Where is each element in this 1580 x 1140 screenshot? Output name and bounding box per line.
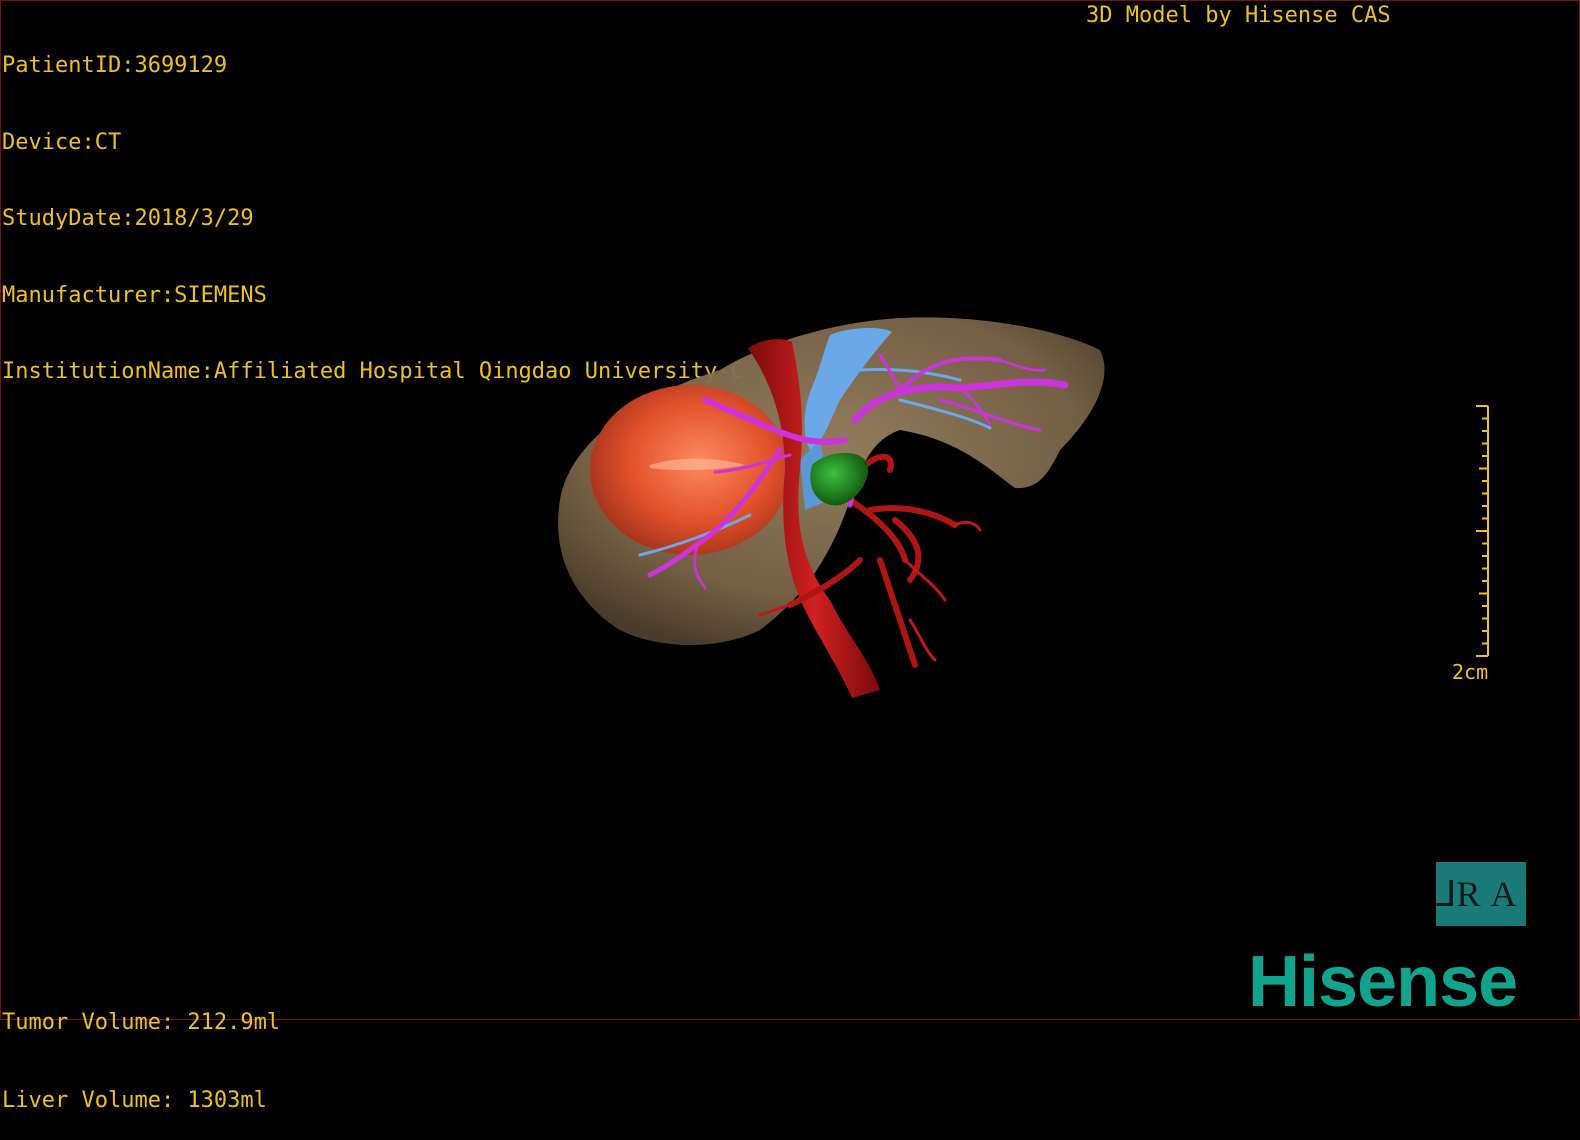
orientation-anterior-label: A [1490,874,1517,914]
orientation-right-label: ⅃R [1436,874,1481,914]
hisense-logo: Hisense [1248,942,1518,1022]
volume-readout: Tumor Volume: 212.9ml Liver Volume: 1303… [2,958,280,1140]
tumor-volume-text: Tumor Volume: 212.9ml [2,1010,281,1035]
scale-bar [1476,405,1489,657]
gallbladder [810,452,869,506]
orientation-cube[interactable]: ⅃R A [1436,862,1526,926]
liver-volume-text: Liver Volume: 1303ml [2,1088,267,1113]
scale-bar-label: 2cm [1452,660,1489,684]
liver-3d-model[interactable] [0,0,1580,1020]
